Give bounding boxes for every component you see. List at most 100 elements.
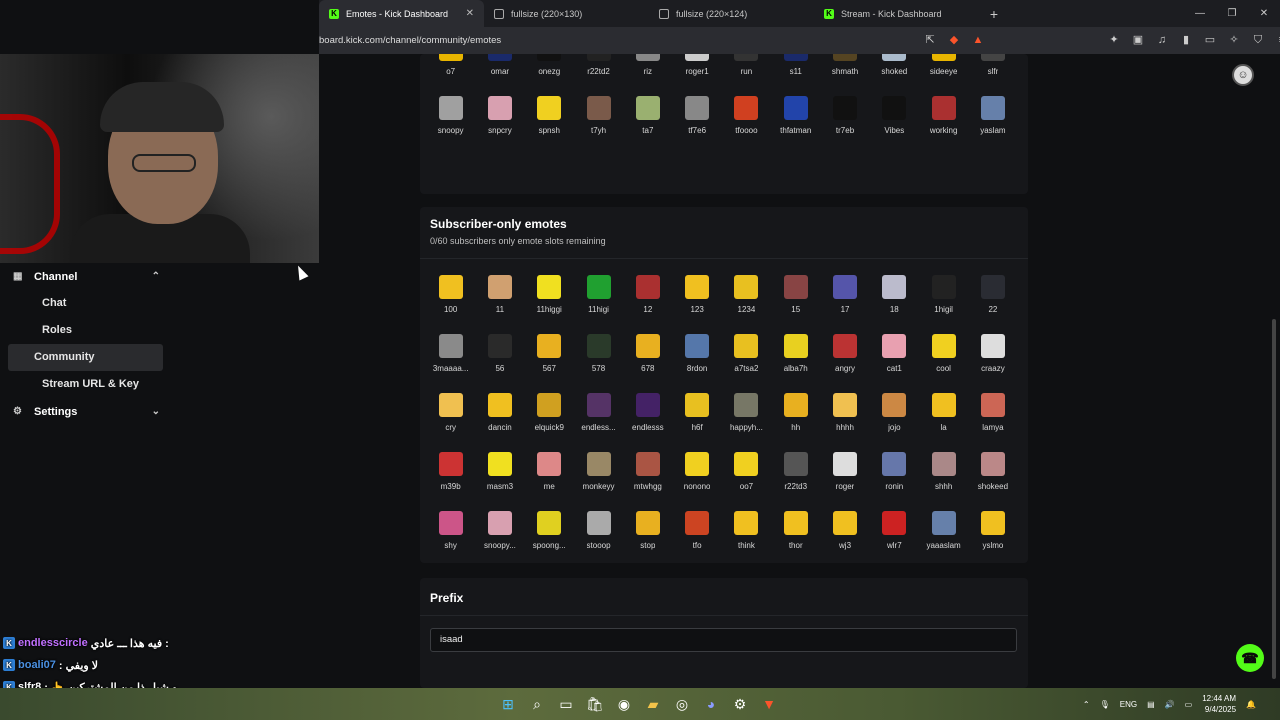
sidebar-settings-header[interactable]: ⚙ Settings ⌄: [0, 398, 170, 425]
emote-item[interactable]: masm3: [475, 443, 524, 502]
emote-item[interactable]: 18: [870, 266, 919, 325]
screenshot-icon[interactable]: ▣: [1130, 32, 1146, 48]
emote-item[interactable]: shokeed: [968, 443, 1017, 502]
emote-item[interactable]: endlesss: [623, 384, 672, 443]
tab-emotes[interactable]: K Emotes - Kick Dashboard ✕: [319, 0, 484, 27]
language-indicator[interactable]: ENG: [1120, 700, 1137, 709]
volume-icon[interactable]: 🔊: [1165, 700, 1175, 709]
emote-item[interactable]: yslmo: [968, 502, 1017, 561]
tab-fullsize-124[interactable]: fullsize (220×124): [649, 0, 814, 27]
emote-item[interactable]: riz: [623, 54, 672, 87]
music-icon[interactable]: ♫: [1154, 32, 1170, 48]
emote-item[interactable]: run: [722, 54, 771, 87]
avatar[interactable]: ☺: [1232, 64, 1254, 86]
emote-item[interactable]: r22td3: [771, 443, 820, 502]
brave-shield-icon[interactable]: ◆: [946, 32, 962, 48]
chevron-down-icon[interactable]: ⌄: [152, 406, 160, 417]
clock[interactable]: 12:44 AM 9/4/2025: [1202, 693, 1236, 715]
emote-item[interactable]: a7tsa2: [722, 325, 771, 384]
emote-item[interactable]: 100: [426, 266, 475, 325]
emote-item[interactable]: s11: [771, 54, 820, 87]
emote-item[interactable]: ronin: [870, 443, 919, 502]
sidebar-item-roles[interactable]: Roles: [8, 317, 163, 344]
chevron-up-icon[interactable]: ⌃: [1083, 700, 1090, 709]
emote-item[interactable]: tfoooo: [722, 87, 771, 146]
emote-item[interactable]: Vibes: [870, 87, 919, 146]
recorder-icon[interactable]: ◉: [612, 692, 636, 716]
emote-item[interactable]: yaaaslam: [919, 502, 968, 561]
emote-item[interactable]: oo7: [722, 443, 771, 502]
folder-icon[interactable]: ▰: [641, 692, 665, 716]
emote-item[interactable]: 1234: [722, 266, 771, 325]
emote-item[interactable]: 17: [820, 266, 869, 325]
network-icon[interactable]: ▤: [1147, 700, 1155, 709]
emote-item[interactable]: 11higgi: [525, 266, 574, 325]
minimize-icon[interactable]: —: [1184, 0, 1216, 27]
emote-item[interactable]: craazy: [968, 325, 1017, 384]
share-icon[interactable]: ⇱: [922, 32, 938, 48]
chat-username[interactable]: boali07: [18, 659, 56, 671]
chat-username[interactable]: endlesscircle: [18, 637, 88, 649]
emote-item[interactable]: t7yh: [574, 87, 623, 146]
notification-icon[interactable]: 🔔: [1246, 700, 1256, 709]
windows-start-icon[interactable]: ⊞: [496, 692, 520, 716]
emote-item[interactable]: roger: [820, 443, 869, 502]
store-icon[interactable]: 🛍: [583, 692, 607, 716]
sidebar-item-community[interactable]: Community: [8, 344, 163, 371]
emote-item[interactable]: cry: [426, 384, 475, 443]
emote-item[interactable]: la: [919, 384, 968, 443]
emote-item[interactable]: tr7eb: [820, 87, 869, 146]
emote-item[interactable]: 11: [475, 266, 524, 325]
emote-item[interactable]: snoopy...: [475, 502, 524, 561]
emote-item[interactable]: shmath: [820, 54, 869, 87]
emote-item[interactable]: cool: [919, 325, 968, 384]
new-tab-button[interactable]: +: [979, 6, 1009, 22]
emote-item[interactable]: alba7h: [771, 325, 820, 384]
emote-item[interactable]: wlr7: [870, 502, 919, 561]
emote-item[interactable]: shhh: [919, 443, 968, 502]
emote-item[interactable]: shy: [426, 502, 475, 561]
emote-item[interactable]: thfatman: [771, 87, 820, 146]
emote-item[interactable]: 56: [475, 325, 524, 384]
leo-icon[interactable]: ✧: [1226, 32, 1242, 48]
emote-item[interactable]: 578: [574, 325, 623, 384]
extensions-icon[interactable]: ✦: [1106, 32, 1122, 48]
emote-item[interactable]: 567: [525, 325, 574, 384]
emote-item[interactable]: 3maaaa...: [426, 325, 475, 384]
emote-item[interactable]: shoked: [870, 54, 919, 87]
emote-item[interactable]: think: [722, 502, 771, 561]
emote-item[interactable]: 1higil: [919, 266, 968, 325]
emote-item[interactable]: slfr: [968, 54, 1017, 87]
emote-item[interactable]: spnsh: [525, 87, 574, 146]
emote-item[interactable]: snoopy: [426, 87, 475, 146]
emote-item[interactable]: 12: [623, 266, 672, 325]
emote-item[interactable]: onezg: [525, 54, 574, 87]
restore-icon[interactable]: ❐: [1216, 0, 1248, 27]
steam-icon[interactable]: ⚙: [728, 692, 752, 716]
emote-item[interactable]: lamya: [968, 384, 1017, 443]
chevron-up-icon[interactable]: ⌃: [152, 271, 160, 282]
emote-item[interactable]: m39b: [426, 443, 475, 502]
sidebar-channel-header[interactable]: ▦ Channel ⌃: [0, 263, 170, 290]
emote-item[interactable]: ta7: [623, 87, 672, 146]
emote-item[interactable]: working: [919, 87, 968, 146]
emote-item[interactable]: cat1: [870, 325, 919, 384]
emote-item[interactable]: jojo: [870, 384, 919, 443]
url-field[interactable]: board.kick.com/channel/community/emotes: [319, 30, 991, 51]
emote-item[interactable]: dancin: [475, 384, 524, 443]
emote-item[interactable]: elquick9: [525, 384, 574, 443]
emote-item[interactable]: endless...: [574, 384, 623, 443]
emote-item[interactable]: 11higi: [574, 266, 623, 325]
emote-item[interactable]: r22td2: [574, 54, 623, 87]
search-icon[interactable]: ⌕: [525, 692, 549, 716]
emote-item[interactable]: 678: [623, 325, 672, 384]
emote-item[interactable]: stooop: [574, 502, 623, 561]
emote-item[interactable]: tfo: [672, 502, 721, 561]
emote-item[interactable]: yaslam: [968, 87, 1017, 146]
emote-item[interactable]: thor: [771, 502, 820, 561]
sidebar-item-stream-url[interactable]: Stream URL & Key: [8, 371, 163, 398]
emote-item[interactable]: tf7e6: [672, 87, 721, 146]
scrollbar[interactable]: [1272, 319, 1276, 679]
emote-item[interactable]: nonono: [672, 443, 721, 502]
brave-rewards-icon[interactable]: ▲: [970, 32, 986, 48]
